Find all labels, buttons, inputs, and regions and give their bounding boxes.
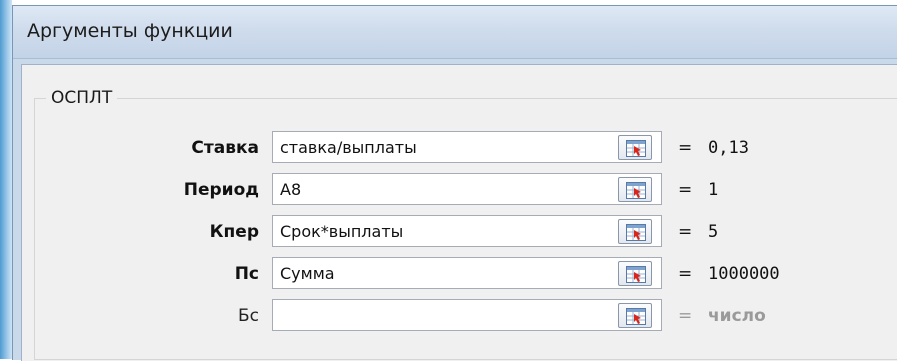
function-arguments-dialog: Аргументы функции ОСПЛТ Ставка = 0,13 <box>12 5 897 361</box>
equals-sign: = <box>678 138 693 158</box>
collapse-dialog-icon <box>626 182 646 199</box>
argument-row-period: Период = 1 <box>22 173 897 207</box>
dialog-body: ОСПЛТ Ставка = 0,13 Период <box>21 64 897 361</box>
argument-result: 5 <box>708 222 719 242</box>
argument-result: 1000000 <box>708 264 780 284</box>
ref-button[interactable] <box>618 261 652 286</box>
argument-label: Пс <box>234 264 259 284</box>
argument-input-period[interactable] <box>272 173 662 205</box>
dialog-title: Аргументы функции <box>27 20 233 42</box>
equals-sign: = <box>678 264 693 284</box>
argument-row-bs: Бс = число <box>22 299 897 333</box>
argument-result: 1 <box>708 180 719 200</box>
argument-row-kper: Кпер = 5 <box>22 215 897 249</box>
collapse-dialog-icon <box>626 224 646 241</box>
argument-input-bs[interactable] <box>272 299 662 331</box>
argument-result: 0,13 <box>708 138 749 158</box>
ref-button[interactable] <box>618 177 652 202</box>
ref-button[interactable] <box>618 219 652 244</box>
argument-input-ps[interactable] <box>272 257 662 289</box>
argument-input-stavka[interactable] <box>272 131 662 163</box>
argument-row-ps: Пс = 1000000 <box>22 257 897 291</box>
argument-label: Кпер <box>209 222 259 242</box>
equals-sign: = <box>678 222 693 242</box>
argument-label: Бс <box>237 306 259 326</box>
argument-row-stavka: Ставка = 0,13 <box>22 131 897 165</box>
argument-result-hint: число <box>708 306 766 326</box>
argument-label: Период <box>183 180 259 200</box>
collapse-dialog-icon <box>626 308 646 325</box>
title-bar[interactable]: Аргументы функции <box>13 6 897 59</box>
ref-button[interactable] <box>618 303 652 328</box>
ref-button[interactable] <box>618 135 652 160</box>
equals-sign: = <box>678 180 693 200</box>
equals-sign: = <box>678 306 693 326</box>
desktop-background <box>0 0 12 359</box>
collapse-dialog-icon <box>626 140 646 157</box>
argument-label: Ставка <box>191 138 259 158</box>
argument-input-kper[interactable] <box>272 215 662 247</box>
function-name: ОСПЛТ <box>46 88 118 108</box>
collapse-dialog-icon <box>626 266 646 283</box>
